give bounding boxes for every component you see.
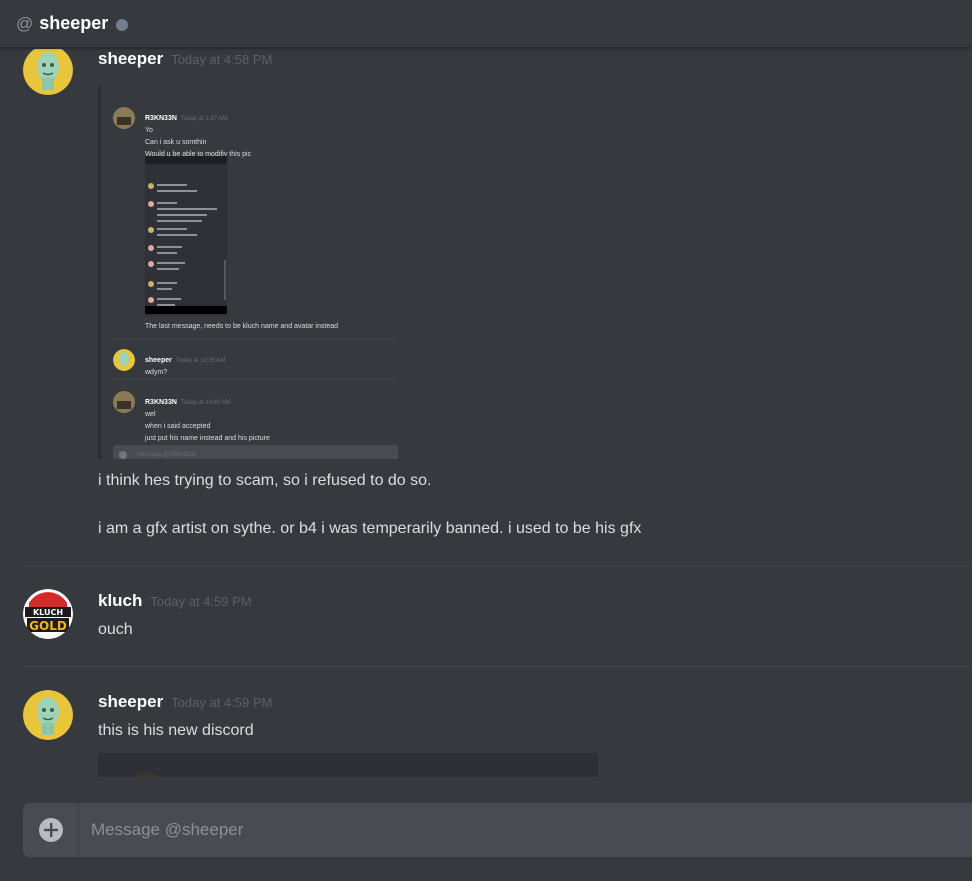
at-icon: @ [16,13,34,33]
timestamp: Today at 4:59 PM [171,695,273,710]
dm-recipient-name[interactable]: sheeper [39,13,108,34]
message-divider [23,666,972,667]
username[interactable]: sheeper [98,692,163,712]
embedded-message: R3KN33N Today at 1:37 AM Yo Can i ask u s… [145,115,252,158]
embedded-avatar [113,391,135,413]
attached-image[interactable]: R3KN33N Today at 1:37 AM Yo Can i ask u s… [98,87,398,459]
add-attachment-icon [38,818,63,842]
message-text: i am a gfx artist on sythe. or b4 i was … [98,520,642,537]
timestamp: Today at 4:59 PM [150,594,252,609]
message-header: kluch Today at 4:59 PM [98,591,252,611]
embedded-phone-image [145,156,227,316]
status-dot-icon [116,18,129,31]
message-input[interactable] [91,820,891,840]
avatar[interactable] [23,49,73,95]
embedded-avatar [113,107,135,129]
message-text: ouch [98,621,133,638]
embedded-image-preview [134,771,158,777]
message-header: sheeper Today at 4:58 PM [98,49,272,69]
svg-text:GOLD: GOLD [29,619,67,633]
embedded-input: Message @R3KN33N [113,445,398,459]
add-attachment-button[interactable] [23,803,79,857]
timestamp: Today at 4:58 PM [171,52,273,67]
embedded-message: R3KN33N Today at 10:40 AM wel when i said… [145,399,270,442]
embedded-avatar [113,349,135,371]
svg-text:KLUCH: KLUCH [33,608,63,617]
avatar[interactable] [23,690,73,740]
message-header: sheeper Today at 4:59 PM [98,692,272,712]
attached-image[interactable] [98,753,598,777]
message-divider [23,566,972,567]
messages-list[interactable]: sheeper Today at 4:58 PM R3KN33N Today at… [0,49,972,777]
username[interactable]: kluch [98,591,142,611]
embedded-message: sheeper Today at 10:35 AM wdym? [145,357,226,376]
embedded-caption: The last message, needs to be kluch name… [145,323,339,330]
message-text: this is his new discord [98,722,254,739]
avatar[interactable]: KLUCH GOLD [23,589,73,639]
username[interactable]: sheeper [98,49,163,69]
message-text: i think hes trying to scam, so i refused… [98,472,432,489]
channel-header: @ sheeper [0,0,972,48]
message-composer [23,803,972,857]
